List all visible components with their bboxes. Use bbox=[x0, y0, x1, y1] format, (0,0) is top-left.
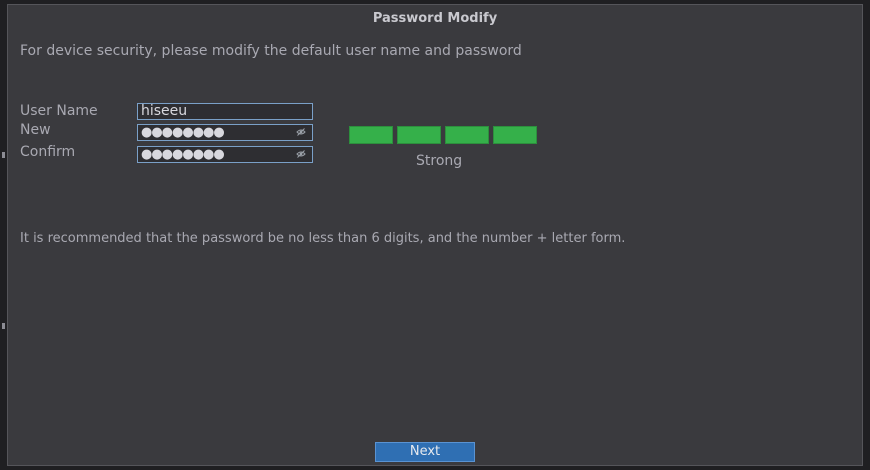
password-hint: It is recommended that the password be n… bbox=[20, 231, 626, 246]
next-button[interactable]: Next bbox=[375, 442, 475, 462]
user-name-value: hiseeu bbox=[141, 103, 188, 119]
strength-segment bbox=[445, 126, 489, 144]
new-password-dots: ●●●●●●●● bbox=[141, 125, 225, 140]
new-password-label: New bbox=[20, 122, 51, 138]
new-password-field[interactable]: ●●●●●●●● bbox=[137, 124, 313, 141]
confirm-password-dots: ●●●●●●●● bbox=[141, 147, 225, 162]
user-name-field[interactable]: hiseeu bbox=[137, 103, 313, 120]
eye-icon[interactable] bbox=[296, 149, 306, 159]
strength-label: Strong bbox=[416, 153, 463, 169]
intro-text: For device security, please modify the d… bbox=[20, 43, 522, 59]
left-edge-mark-bottom bbox=[2, 323, 5, 329]
dialog-title: Password Modify bbox=[372, 11, 498, 26]
confirm-password-field[interactable]: ●●●●●●●● bbox=[137, 146, 313, 163]
eye-icon[interactable] bbox=[296, 127, 306, 137]
password-strength-meter bbox=[349, 126, 537, 144]
strength-segment bbox=[349, 126, 393, 144]
confirm-password-label: Confirm bbox=[20, 144, 76, 160]
user-name-label: User Name bbox=[20, 103, 98, 119]
left-edge-mark-top bbox=[2, 152, 5, 158]
password-modify-dialog: Password Modify For device security, ple… bbox=[7, 4, 863, 466]
strength-segment bbox=[397, 126, 441, 144]
strength-segment bbox=[493, 126, 537, 144]
